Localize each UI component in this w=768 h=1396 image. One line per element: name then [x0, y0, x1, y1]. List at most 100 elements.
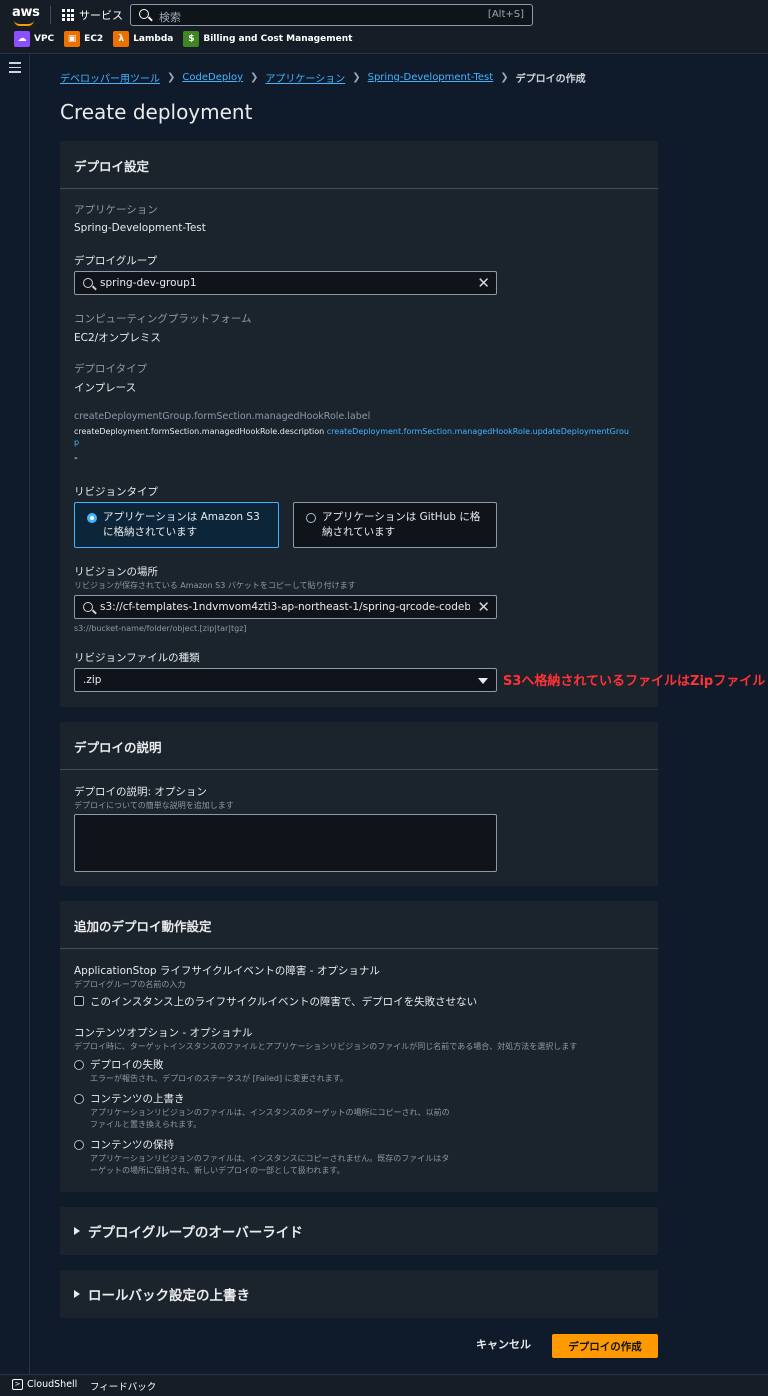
favorite-label: Billing and Cost Management: [203, 34, 353, 44]
deployment-description-panel: デプロイの説明 デプロイの説明: オプション デプロイについての簡単な説明を追加…: [60, 722, 658, 886]
favorite-billing[interactable]: $ Billing and Cost Management: [183, 31, 352, 47]
content-options-label: コンテンツオプション - オプショナル: [74, 1027, 253, 1039]
breadcrumb: デベロッパー用ツール ❯ CodeDeploy ❯ アプリケーション ❯ Spr…: [60, 70, 586, 85]
revision-location-description: リビジョンが保存されている Amazon S3 バケットをコピーして貼り付けます: [74, 581, 356, 590]
content-option-desc: ーゲットの場所に保持され、新しいデプロイの一部として扱われます。: [90, 1166, 345, 1175]
deployment-group-label: デプロイグループ: [74, 255, 158, 267]
revision-file-type-select[interactable]: .zip: [74, 668, 497, 692]
expandable-title: デプロイグループのオーバーライド: [88, 1225, 303, 1241]
description-label: デプロイの説明: オプション: [74, 786, 207, 798]
hook-role-update-link-wrap[interactable]: p: [74, 438, 79, 447]
tile-line: に格納されています: [103, 526, 198, 538]
content-option-retain-radio[interactable]: [74, 1140, 84, 1150]
create-deployment-button[interactable]: デプロイの作成: [552, 1334, 658, 1358]
clear-icon[interactable]: ✕: [477, 598, 490, 616]
hook-role-label: createDeploymentGroup.formSection.manage…: [74, 411, 371, 422]
revision-location-hint: s3://bucket-name/folder/object.[zip|tar|…: [74, 624, 247, 633]
annotation-text: S3へ格納されているファイルはZipファイル: [503, 674, 766, 689]
search-shortcut: [Alt+S]: [487, 9, 524, 20]
revision-type-s3-tile[interactable]: アプリケーションは Amazon S3 に格納されています: [74, 502, 279, 548]
footer-bar: > CloudShell フィードバック: [0, 1374, 768, 1396]
billing-icon: $: [183, 31, 200, 47]
application-stop-checkbox[interactable]: [74, 996, 84, 1006]
deployment-group-input[interactable]: spring-dev-group1 ✕: [74, 271, 497, 295]
description-textarea[interactable]: [74, 814, 497, 872]
chevron-right-icon: ❯: [500, 72, 509, 83]
content-option-desc: アプリケーションリビジョンのファイルは、インスタンスのターゲットの場所にコピーさ…: [90, 1108, 450, 1117]
cloudshell-button[interactable]: > CloudShell: [12, 1379, 77, 1390]
caret-down-icon: [478, 678, 488, 684]
hook-role-update-link[interactable]: createDeployment.formSection.managedHook…: [327, 427, 629, 436]
revision-location-input[interactable]: s3://cf-templates-1ndvmvom4zti3-ap-north…: [74, 595, 497, 619]
favorite-ec2[interactable]: ▣ EC2: [64, 31, 103, 47]
breadcrumb-applications[interactable]: アプリケーション: [265, 70, 345, 85]
application-stop-hint: デプロイグループの名前の入力: [74, 980, 186, 989]
favorite-label: VPC: [34, 34, 55, 44]
feedback-link[interactable]: フィードバック: [90, 1379, 156, 1393]
expandable-header[interactable]: デプロイグループのオーバーライド: [60, 1207, 658, 1255]
search-placeholder: 検索: [159, 11, 181, 24]
services-label: サービス: [79, 9, 123, 22]
revision-type-github-tile[interactable]: アプリケーションは GitHub に格 納されています: [293, 502, 497, 548]
terminal-icon: >: [12, 1379, 23, 1390]
rollback-override-panel[interactable]: ロールバック設定の上書き: [60, 1270, 658, 1318]
hook-role-value: -: [74, 452, 78, 464]
revision-type-label: リビジョンタイプ: [74, 486, 158, 498]
additional-settings-panel: 追加のデプロイ動作設定 ApplicationStop ライフサイクルイベントの…: [60, 901, 658, 1192]
content-option-desc: エラーが報告され、デプロイのステータスが [Failed] に変更されます。: [90, 1074, 348, 1083]
favorites-bar: ☁ VPC ▣ EC2 λ Lambda $ Billing and Cost …: [14, 31, 352, 47]
description-hint: デプロイについての簡単な説明を追加します: [74, 801, 234, 810]
favorite-vpc[interactable]: ☁ VPC: [14, 31, 54, 47]
content-option-desc: ファイルと置き換えられます。: [90, 1120, 202, 1129]
vpc-icon: ☁: [14, 31, 30, 47]
content-option-title: デプロイの失敗: [90, 1059, 164, 1071]
hook-role-description-text: createDeployment.formSection.managedHook…: [74, 427, 325, 436]
expandable-title: ロールバック設定の上書き: [88, 1288, 250, 1304]
caret-right-icon: [74, 1227, 80, 1235]
radio-unselected[interactable]: [306, 513, 316, 523]
content-option-desc: アプリケーションリビジョンのファイルは、インスタンスにコピーされません。既存のフ…: [90, 1154, 450, 1163]
search-icon: [139, 9, 149, 19]
breadcrumb-codedeploy[interactable]: CodeDeploy: [182, 72, 243, 83]
radio-selected[interactable]: [87, 513, 97, 523]
content-option-title: コンテンツの上書き: [90, 1093, 185, 1105]
page-title: Create deployment: [60, 100, 253, 124]
grid-icon: [62, 9, 74, 21]
chevron-right-icon: ❯: [167, 72, 176, 83]
content-option-fail-radio[interactable]: [74, 1060, 84, 1070]
ec2-icon: ▣: [64, 31, 81, 47]
content-option-title: コンテンツの保持: [90, 1139, 174, 1151]
revision-type-github-label: アプリケーションは GitHub に格 納されています: [322, 510, 492, 540]
favorite-label: Lambda: [133, 34, 174, 44]
cancel-button[interactable]: キャンセル: [476, 1336, 531, 1352]
revision-file-type-value: .zip: [83, 674, 102, 686]
favorite-lambda[interactable]: λ Lambda: [113, 31, 173, 47]
deployment-group-override-panel[interactable]: デプロイグループのオーバーライド: [60, 1207, 658, 1255]
menu-icon[interactable]: [9, 62, 21, 76]
cloudshell-label: CloudShell: [27, 1379, 78, 1390]
expandable-header[interactable]: ロールバック設定の上書き: [60, 1270, 658, 1318]
tile-line: 納されています: [322, 526, 396, 538]
tile-line: アプリケーションは Amazon S3: [103, 511, 260, 523]
top-navigation: aws サービス 検索 [Alt+S] ☁ VPC ▣ EC2 λ Lambda…: [0, 0, 768, 54]
deployment-type-value: インプレース: [74, 382, 137, 394]
deployment-group-value: spring-dev-group1: [100, 277, 197, 289]
clear-icon[interactable]: ✕: [477, 274, 490, 292]
services-menu-button[interactable]: サービス: [62, 7, 123, 23]
chevron-right-icon: ❯: [352, 72, 361, 83]
search-icon: [83, 602, 93, 612]
platform-value: EC2/オンプレミス: [74, 332, 161, 344]
aws-logo-smile: [14, 20, 34, 26]
global-search-input[interactable]: 検索 [Alt+S]: [130, 4, 533, 26]
aws-logo[interactable]: aws: [12, 5, 40, 20]
revision-location-label: リビジョンの場所: [74, 566, 158, 578]
favorite-label: EC2: [84, 34, 104, 44]
content-option-overwrite-radio[interactable]: [74, 1094, 84, 1104]
revision-location-value: s3://cf-templates-1ndvmvom4zti3-ap-north…: [100, 601, 470, 613]
breadcrumb-developer-tools[interactable]: デベロッパー用ツール: [60, 70, 160, 85]
breadcrumb-application[interactable]: Spring-Development-Test: [368, 72, 494, 83]
content-options-hint: デプロイ時に、ターゲットインスタンスのファイルとアプリケーションリビジョンのファ…: [74, 1042, 578, 1051]
application-label: アプリケーション: [74, 204, 158, 216]
deployment-settings-panel: デプロイ設定 アプリケーション Spring-Development-Test …: [60, 141, 658, 707]
revision-type-s3-label: アプリケーションは Amazon S3 に格納されています: [103, 510, 273, 540]
